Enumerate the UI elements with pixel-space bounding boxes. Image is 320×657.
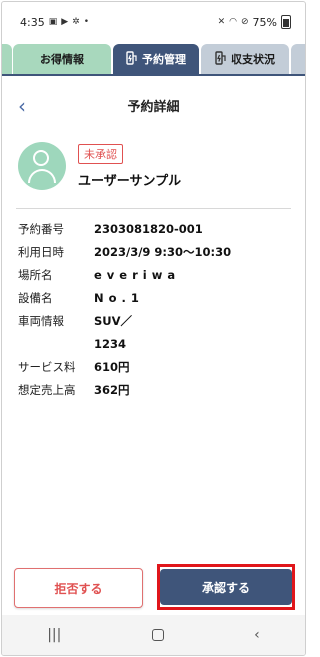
no-disturb-icon: ⊘	[241, 17, 249, 27]
detail-value: 362円	[94, 382, 130, 397]
detail-label: サービス料	[18, 359, 76, 374]
status-badge: 未承認	[78, 144, 123, 164]
detail-row-vehicle-number: 1234	[18, 332, 289, 355]
detail-value: 1234	[94, 336, 127, 351]
image-icon: ▣	[48, 17, 58, 27]
tab-left-stub	[2, 44, 12, 74]
page-title: 予約詳細	[127, 99, 180, 115]
play-icon: ▶	[61, 17, 69, 27]
reservation-details: 予約番号 2303081820-001 利用日時 2023/3/9 9:30〜1…	[2, 217, 305, 401]
reject-button[interactable]: 拒否する	[14, 568, 143, 608]
approve-button[interactable]: 承認する	[160, 569, 292, 605]
home-icon[interactable]	[151, 629, 164, 641]
nav-back-icon[interactable]: ‹	[254, 627, 260, 643]
detail-value: No.1	[94, 290, 144, 305]
detail-row-expected-sales: 想定売上高 362円	[18, 378, 289, 401]
detail-row-equipment: 設備名 No.1	[18, 286, 289, 309]
tab-bar: お得情報 予約管理 収支状況	[2, 44, 305, 76]
detail-value: SUV／	[94, 313, 133, 328]
mute-icon: ✕	[217, 17, 226, 27]
detail-row-place: 場所名 everiwa	[18, 263, 289, 286]
detail-value: everiwa	[94, 267, 181, 282]
detail-label: 利用日時	[18, 244, 64, 259]
detail-label: 予約番号	[18, 221, 64, 236]
detail-row-service-fee: サービス料 610円	[18, 355, 289, 378]
gear-icon: ✲	[72, 17, 80, 27]
wifi-icon: ◠	[229, 17, 237, 27]
tab-reservations[interactable]: 予約管理	[113, 44, 199, 74]
back-arrow-icon[interactable]: ‹	[18, 94, 26, 118]
action-buttons: 拒否する 承認する	[14, 564, 295, 610]
detail-label: 設備名	[18, 290, 53, 305]
detail-value: 2023/3/9 9:30〜10:30	[94, 244, 232, 259]
status-bar: 4:35 ▣ ▶ ✲ • ✕ ◠ ⊘ 75%	[2, 2, 305, 42]
phone-frame: 4:35 ▣ ▶ ✲ • ✕ ◠ ⊘ 75% お得情報 予約管理 収支状況 ‹ …	[1, 1, 306, 656]
user-profile: 未承認 ユーザーサンプル	[2, 134, 305, 198]
detail-row-datetime: 利用日時 2023/3/9 9:30〜10:30	[18, 240, 289, 263]
avatar	[18, 142, 66, 190]
user-name: ユーザーサンプル	[78, 174, 182, 189]
status-time: 4:35	[20, 15, 45, 29]
detail-row-vehicle: 車両情報 SUV／	[18, 309, 289, 332]
detail-value: 610円	[94, 359, 130, 374]
approve-highlight: 承認する	[157, 564, 295, 610]
tab-deals-label: お得情報	[40, 53, 84, 66]
detail-label: 場所名	[18, 267, 53, 282]
tab-balance[interactable]: 収支状況	[201, 44, 289, 74]
charger-icon	[215, 50, 227, 68]
tab-deals[interactable]: お得情報	[13, 44, 111, 74]
detail-value: 2303081820-001	[94, 221, 203, 236]
tab-reservations-label: 予約管理	[142, 53, 186, 66]
divider	[16, 208, 291, 209]
page-header: ‹ 予約詳細	[2, 76, 305, 134]
tab-right-stub	[291, 44, 305, 74]
dot-icon: •	[83, 17, 89, 27]
detail-label: 車両情報	[18, 313, 64, 328]
detail-label: 想定売上高	[18, 382, 76, 397]
detail-row-reservation-number: 予約番号 2303081820-001	[18, 217, 289, 240]
tab-balance-label: 収支状況	[231, 53, 275, 66]
battery-icon	[281, 15, 291, 29]
battery-percent: 75%	[252, 15, 277, 29]
android-nav-bar: ||| ‹	[2, 615, 305, 655]
recent-apps-icon[interactable]: |||	[47, 627, 61, 643]
charger-icon	[126, 50, 138, 68]
